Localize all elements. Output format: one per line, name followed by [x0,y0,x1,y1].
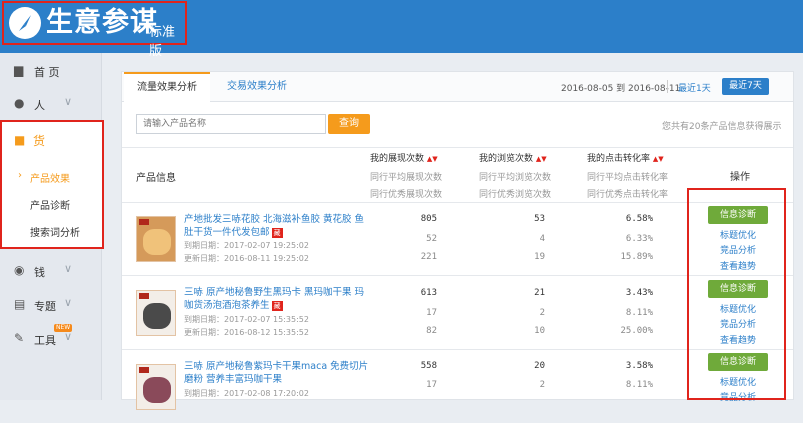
tab-traffic-effect[interactable]: 流量效果分析 [124,72,210,104]
money-icon: ◉ [14,263,25,277]
total-count-text: 您共有20条产品信息获得展示 [662,122,782,132]
date-range: 2016-08-05 到 2016-08-11 [561,84,681,94]
my-exposure: 613 [420,288,437,298]
sidebar-item-goods[interactable]: ■ 货 › 产品效果 产品诊断 搜索词分析 [0,120,104,249]
last-1-day-link[interactable]: 最近1天 [678,81,711,94]
tab-trade-effect[interactable]: 交易效果分析 [214,72,300,101]
top-header: 生意参谋 标准版 [0,0,803,59]
product-thumbnail[interactable] [136,216,176,262]
chevron-down-icon: ∨ [64,95,73,108]
my-exposure: 558 [420,361,437,371]
my-views: 20 [534,361,545,371]
sidebar-item-label: 货 [33,134,46,148]
best-ctr: 15.89% [620,252,653,262]
avg-exposure: 17 [426,308,437,318]
sidebar-item-label: 工具 [34,334,56,347]
col-product: 产品信息 [136,173,176,184]
expire-date: 到期日期：2017-02-08 17:20:02 [184,389,309,398]
col-views-best: 同行优秀浏览次数 [479,190,552,200]
best-views: 19 [534,252,545,262]
avg-ctr: 6.33% [625,234,653,244]
sidebar-item-label: 人 [34,99,45,112]
brand-edition: 标准版 [149,25,176,59]
product-title-link[interactable]: 三哧 原产地秘鲁紫玛卡干果maca 免费切片磨粉 营养丰富玛咖干果 [184,360,369,386]
best-ctr: 25.00% [620,326,653,336]
sidebar-sub-product-effect[interactable]: 产品效果 [30,170,70,185]
chevron-down-icon: ∨ [64,296,73,309]
col-ctr-best: 同行优秀点击转化率 [587,190,669,200]
wrench-icon: ✎ [14,331,25,345]
chevron-down-icon: ∨ [64,262,73,275]
best-exposure: 82 [426,326,437,336]
update-date: 更新日期：2016-08-12 15:35:52 [184,328,309,337]
sort-icon: ▲▼ [426,155,438,163]
col-ops: 操作 [730,172,750,183]
expire-date: 到期日期：2017-02-07 19:25:02 [184,241,309,250]
sidebar-item-topics[interactable]: ▤ 专题 ∨ [0,290,101,320]
sidebar-item-label: 首 页 [34,66,60,79]
chevron-down-icon: ∨ [64,330,73,343]
my-ctr: 3.43% [625,288,653,298]
sort-icon: ▲▼ [535,155,547,163]
my-ctr: 6.58% [625,214,653,224]
my-ctr: 3.58% [625,361,653,371]
product-title-link[interactable]: 产地批发三哧花胶 北海滋补鱼胶 黄花胶 鱼肚干货一件代发包邮藏 [184,213,369,239]
user-icon: ● [14,96,25,110]
sidebar-sub-product-diagnose[interactable]: 产品诊断 [30,197,70,212]
col-views-avg: 同行平均浏览次数 [479,173,552,183]
brand-title: 生意参谋 [46,7,158,38]
update-date: 更新日期：2016-08-11 19:25:02 [184,254,309,263]
search-button[interactable]: 查询 [328,114,370,134]
last-7-days-button[interactable]: 最近7天 [722,78,769,95]
tab-bar: 流量效果分析 交易效果分析 2016-08-05 到 2016-08-11 最近… [122,72,793,104]
collect-tag: 藏 [271,228,283,238]
product-thumbnail[interactable] [136,364,176,410]
sidebar-item-label: 钱 [34,266,45,279]
sidebar-item-tools[interactable]: ✎ 工具 NEW ∨ [0,324,101,354]
collect-tag: 藏 [271,301,283,311]
best-views: 10 [534,326,545,336]
sidebar-item-label: 专题 [34,300,56,313]
col-exposure-avg: 同行平均展现次数 [370,173,443,183]
avg-ctr: 8.11% [625,380,653,390]
my-views: 53 [534,214,545,224]
avg-views: 2 [539,308,545,318]
my-exposure: 805 [420,214,437,224]
sidebar-sub-keyword-analysis[interactable]: 搜索词分析 [30,224,80,239]
home-icon: ▆ [14,63,24,77]
sidebar-item-home[interactable]: ▆ 首 页 [0,56,101,86]
sort-icon: ▲▼ [652,155,664,163]
product-search-input[interactable] [136,114,326,134]
bag-icon: ■ [14,133,26,147]
sidebar-item-people[interactable]: ● 人 ∨ [0,89,101,119]
ops-highlight-box [687,188,786,400]
sidebar-item-money[interactable]: ◉ 钱 ∨ [0,256,101,286]
product-title-link[interactable]: 三哧 原产地秘鲁野生黑玛卡 黑玛咖干果 玛咖货汤泡酒泡茶养生藏 [184,286,369,312]
product-thumbnail[interactable] [136,290,176,336]
compass-icon [9,7,41,39]
avg-ctr: 8.11% [625,308,653,318]
brand-logo[interactable]: 生意参谋 标准版 [2,1,187,59]
avg-views: 4 [539,234,545,244]
divider [667,80,668,93]
col-ctr-avg: 同行平均点击转化率 [587,173,669,183]
avg-exposure: 52 [426,234,437,244]
best-exposure: 221 [420,252,437,262]
document-icon: ▤ [14,297,26,311]
avg-views: 2 [539,380,545,390]
col-exposure-best: 同行优秀展现次数 [370,190,443,200]
expire-date: 到期日期：2017-02-07 15:35:52 [184,315,309,324]
my-views: 21 [534,288,545,298]
avg-exposure: 17 [426,380,437,390]
chevron-right-icon: › [18,170,22,181]
